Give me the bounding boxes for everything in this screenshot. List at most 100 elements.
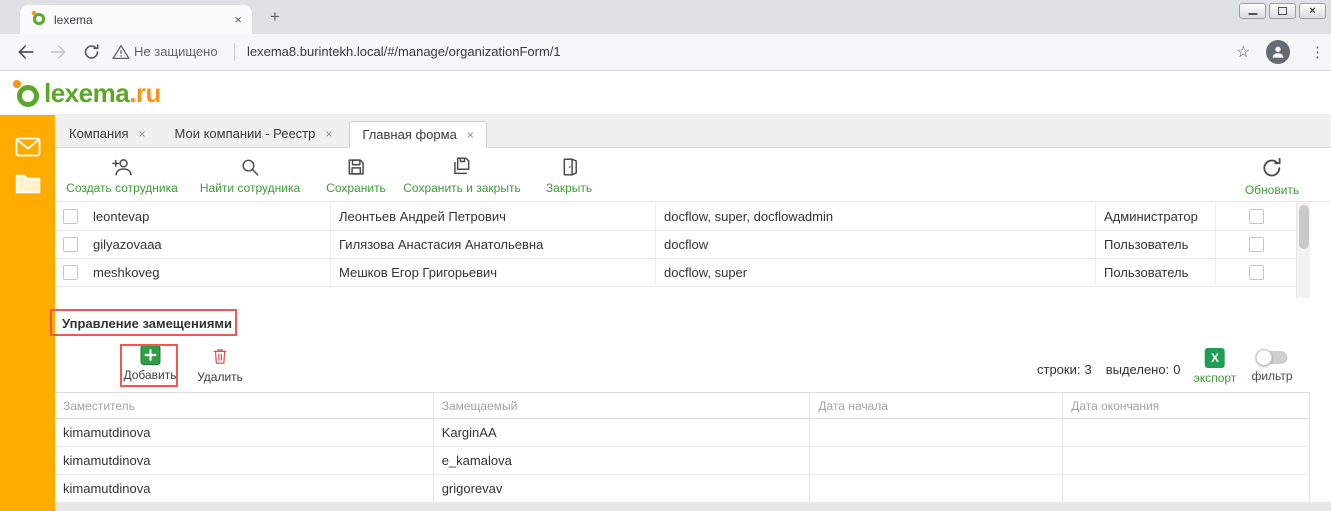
row-checkbox[interactable]	[1249, 265, 1264, 280]
logo-text-suffix: .ru	[129, 78, 161, 108]
employee-row[interactable]: meshkoveg Мешков Егор Григорьевич docflo…	[55, 259, 1296, 287]
delete-substitution-button[interactable]: Удалить	[197, 345, 243, 384]
browser-menu-icon[interactable]: ⋮	[1310, 43, 1325, 61]
column-header-substituted[interactable]: Замещаемый	[433, 393, 810, 418]
rows-count-label: строки:	[1037, 362, 1080, 377]
export-excel-button[interactable]: X экспорт	[1194, 348, 1237, 385]
cell-substituted: e_kamalova	[433, 447, 810, 474]
selected-count-value: 0	[1173, 362, 1180, 377]
cell-role-type: Пользователь	[1095, 231, 1215, 258]
vertical-scrollbar[interactable]	[1296, 203, 1310, 298]
row-checkbox[interactable]	[1249, 237, 1264, 252]
button-label: Закрыть	[546, 181, 592, 195]
employee-row[interactable]: gilyazovaaa Гилязова Анастасия Анатольев…	[55, 231, 1296, 259]
forward-button[interactable]	[48, 42, 68, 62]
column-header-date-end[interactable]: Дата окончания	[1062, 393, 1309, 418]
row-checkbox[interactable]	[63, 237, 78, 252]
url-field[interactable]: lexema8.burintekh.local/#/manage/organiz…	[247, 44, 561, 59]
form-tab-main-form[interactable]: Главная форма ×	[349, 121, 486, 148]
reload-button[interactable]	[82, 43, 101, 62]
button-label: Сохранить и закрыть	[403, 181, 520, 195]
lexema-logo[interactable]: lexema.ru	[10, 77, 161, 109]
new-tab-button[interactable]: +	[264, 6, 286, 28]
find-employee-button[interactable]: Найти сотрудника	[200, 156, 300, 195]
warning-triangle-icon[interactable]	[112, 43, 130, 61]
substitution-row[interactable]: kimamutdinova KarginAA	[55, 419, 1309, 447]
plus-icon	[140, 345, 160, 365]
cell-roles: docflow, super	[655, 259, 1095, 286]
sidebar-item-folder[interactable]	[15, 172, 41, 199]
employee-row[interactable]: leontevap Леонтьев Андрей Петрович docfl…	[55, 203, 1296, 231]
back-button[interactable]	[16, 42, 36, 62]
maximize-button[interactable]	[1269, 3, 1296, 19]
employees-table: leontevap Леонтьев Андрей Петрович docfl…	[55, 203, 1296, 287]
tab-close-icon[interactable]: ×	[467, 128, 474, 142]
minimize-icon	[1248, 13, 1257, 15]
url-separator	[234, 43, 235, 61]
create-employee-button[interactable]: Создать сотрудника	[66, 156, 178, 195]
browser-tabstrip: lexema × + ×	[0, 0, 1331, 34]
logo-text-main: lexema	[44, 78, 129, 108]
cell-substitute: kimamutdinova	[55, 447, 433, 474]
cell-substituted: grigorevav	[433, 475, 810, 502]
horizontal-scrollbar-track[interactable]	[55, 502, 1331, 511]
refresh-button[interactable]: Обновить	[1245, 156, 1299, 197]
toggle-switch[interactable]	[1257, 351, 1287, 364]
browser-window: lexema × + × Не защищено lexema8.burinte…	[0, 0, 1331, 511]
cell-checkbox	[1215, 203, 1296, 230]
cell-full-name: Леонтьев Андрей Петрович	[330, 203, 655, 230]
cell-username: gilyazovaaa	[85, 237, 330, 252]
row-checkbox[interactable]	[1249, 209, 1264, 224]
button-label: Найти сотрудника	[200, 181, 300, 195]
toggle-label: фильтр	[1251, 369, 1292, 383]
browser-profile-avatar[interactable]	[1266, 40, 1290, 64]
close-button[interactable]: ×	[1299, 3, 1326, 19]
close-form-button[interactable]: Закрыть	[546, 156, 592, 195]
grid-stats: строки:3выделено:0	[1037, 362, 1180, 377]
add-substitution-button[interactable]: Добавить	[123, 345, 176, 382]
form-tab-label: Компания	[69, 126, 129, 141]
browser-navbar: Не защищено lexema8.burintekh.local/#/ma…	[0, 34, 1331, 71]
minimize-button[interactable]	[1239, 3, 1266, 19]
row-checkbox[interactable]	[63, 265, 78, 280]
cell-substituted: KarginAA	[433, 419, 810, 446]
column-header-date-start[interactable]: Дата начала	[809, 393, 1062, 418]
filter-toggle-control[interactable]: фильтр	[1251, 351, 1292, 383]
cell-roles: docflow	[655, 231, 1095, 258]
security-status[interactable]: Не защищено	[134, 44, 218, 59]
door-close-icon	[558, 156, 580, 178]
save-and-close-button[interactable]: Сохранить и закрыть	[403, 156, 520, 195]
cell-checkbox	[1215, 231, 1296, 258]
substitution-row[interactable]: kimamutdinova e_kamalova	[55, 447, 1309, 475]
rows-count-value: 3	[1084, 362, 1091, 377]
tab-close-icon[interactable]: ×	[325, 127, 332, 141]
browser-tab[interactable]: lexema ×	[20, 5, 252, 34]
cell-role-type: Администратор	[1095, 203, 1215, 230]
table-header-row: Заместитель Замещаемый Дата начала Дата …	[55, 393, 1309, 419]
cell-username: leontevap	[85, 209, 330, 224]
bookmark-star-icon[interactable]: ☆	[1236, 42, 1250, 62]
cell-date-start	[809, 447, 1062, 474]
cell-full-name: Гилязова Анастасия Анатольевна	[330, 231, 655, 258]
button-label: Удалить	[197, 370, 243, 384]
form-tab-bar: Компания × Мои компании - Реестр × Главн…	[55, 115, 1331, 148]
tab-close-icon[interactable]: ×	[139, 127, 146, 141]
cell-checkbox	[55, 265, 85, 280]
tab-close-icon[interactable]: ×	[234, 12, 242, 27]
scrollbar-thumb[interactable]	[1299, 205, 1309, 249]
row-checkbox[interactable]	[63, 209, 78, 224]
person-add-icon	[111, 156, 133, 178]
cell-role-type: Пользователь	[1095, 259, 1215, 286]
column-header-substitute[interactable]: Заместитель	[55, 393, 433, 418]
save-button[interactable]: Сохранить	[326, 156, 386, 195]
cell-checkbox	[55, 237, 85, 252]
form-tab-my-companies-registry[interactable]: Мои компании - Реестр ×	[163, 120, 345, 147]
sidebar-item-mail[interactable]	[15, 137, 41, 162]
trash-icon	[210, 345, 230, 367]
cell-date-end	[1062, 447, 1309, 474]
folder-icon	[15, 172, 41, 194]
window-controls: ×	[1239, 3, 1326, 19]
form-tab-label: Мои компании - Реестр	[175, 126, 316, 141]
form-tab-company[interactable]: Компания ×	[57, 120, 158, 147]
substitution-row[interactable]: kimamutdinova grigorevav	[55, 475, 1309, 503]
